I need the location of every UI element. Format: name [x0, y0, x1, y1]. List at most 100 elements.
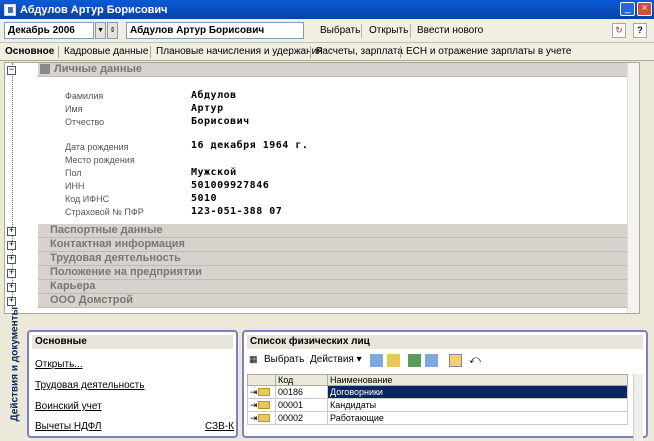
row-marker: ⇥ — [247, 411, 276, 425]
table-row[interactable]: ⇥ 00002 Работающие — [247, 411, 628, 425]
link-military[interactable]: Воинский учет — [35, 401, 102, 412]
expand-toggle[interactable]: + — [7, 297, 16, 306]
column-header-code[interactable]: Код — [275, 374, 328, 386]
close-button[interactable]: × — [637, 2, 652, 16]
folder-icon — [257, 414, 270, 423]
level-icon[interactable] — [425, 354, 438, 367]
hierarchy-icon[interactable] — [370, 354, 383, 367]
label-sex: Пол — [65, 168, 82, 178]
section-personal-data[interactable]: Личные данные — [38, 63, 639, 77]
title-bar: Абдулов Артур Борисович — [0, 0, 654, 19]
toolbar-separator — [410, 24, 411, 38]
label-inn: ИНН — [65, 181, 85, 191]
expand-toggle[interactable]: + — [7, 283, 16, 292]
period-dropdown-button[interactable]: ▼ — [95, 22, 106, 39]
expand-toggle[interactable]: + — [7, 241, 16, 250]
period-stepper[interactable]: ⇕ — [107, 22, 118, 39]
link-work-history[interactable]: Трудовая деятельность — [35, 380, 144, 391]
tab-personnel[interactable]: Кадровые данные — [64, 46, 148, 57]
expand-toggle[interactable]: + — [7, 227, 16, 236]
toolbar: Декабрь 2006 ▼ ⇕ Абдулов Артур Борисович… — [0, 19, 654, 43]
value-last-name: Абдулов — [191, 90, 237, 101]
expand-toggle[interactable]: + — [7, 269, 16, 278]
actions-side-label[interactable]: Действия и документы — [3, 307, 25, 438]
tab-payroll[interactable]: Расчеты, зарплата — [316, 46, 403, 57]
cell-code: 00001 — [275, 398, 328, 412]
label-patronymic: Отчество — [65, 117, 105, 127]
column-header-marker — [247, 374, 276, 386]
value-first-name: Артур — [191, 103, 224, 114]
folder-icon[interactable] — [387, 354, 400, 367]
value-inn: 501009927846 — [191, 180, 270, 191]
cell-name: Договорники — [327, 385, 628, 399]
list-select-button[interactable]: Выбрать — [264, 354, 304, 365]
link-szv-k[interactable]: СЗВ-К — [205, 421, 234, 432]
row-marker: ⇥ — [247, 398, 276, 412]
section-work-history[interactable]: Трудовая деятельность — [38, 252, 639, 266]
collapse-toggle[interactable]: − — [7, 66, 16, 75]
open-button[interactable]: Открыть — [369, 25, 408, 36]
minimize-button[interactable]: _ — [620, 2, 635, 16]
list-scrollbar[interactable] — [633, 374, 643, 441]
period-field[interactable]: Декабрь 2006 — [4, 22, 94, 39]
table-row[interactable]: ⇥ 00001 Кандидаты — [247, 398, 628, 412]
enter-new-button[interactable]: Ввести нового — [417, 25, 483, 36]
tab-separator — [400, 46, 401, 58]
history-icon[interactable]: ⤺ — [469, 354, 482, 367]
list-toolbar: ▦ Выбрать Действия ▾ ⤺ — [247, 351, 643, 371]
vertical-scrollbar[interactable] — [627, 63, 639, 313]
cell-code: 00186 — [275, 385, 328, 399]
tree-view-icon[interactable] — [449, 354, 462, 367]
folder-icon — [257, 401, 270, 410]
toolbar-separator — [361, 24, 362, 38]
value-sex: Мужской — [191, 167, 237, 178]
section-passport[interactable]: Паспортные данные — [38, 224, 639, 238]
folder-icon — [257, 388, 270, 397]
select-icon: ▦ — [249, 354, 258, 364]
select-button[interactable]: Выбрать — [320, 25, 360, 36]
label-birth-place: Место рождения — [65, 155, 135, 165]
table-row[interactable]: ⇥ 00186 Договорники — [247, 385, 628, 399]
section-organization[interactable]: ООО Домстрой — [38, 294, 639, 308]
tab-main[interactable]: Основное — [5, 46, 54, 57]
link-open[interactable]: Открыть... — [35, 359, 83, 370]
panel-title: Список физических лиц — [247, 335, 643, 349]
tab-strip: Основное Кадровые данные Плановые начисл… — [0, 43, 654, 61]
person-field[interactable]: Абдулов Артур Борисович — [126, 22, 304, 39]
label-first-name: Имя — [65, 104, 83, 114]
cell-name: Кандидаты — [327, 398, 628, 412]
row-marker: ⇥ — [247, 385, 276, 399]
move-icon[interactable] — [408, 354, 421, 367]
cell-name: Работающие — [327, 411, 628, 425]
refresh-icon[interactable]: ↻ — [612, 23, 626, 38]
label-last-name: Фамилия — [65, 91, 104, 101]
section-icon — [40, 64, 50, 74]
tab-separator — [150, 46, 151, 58]
person-list-table: Код Наименование ⇥ 00186 Договорники ⇥ 0… — [247, 374, 628, 425]
expand-toggle[interactable]: + — [7, 255, 16, 264]
value-pfr-number: 123-051-388 07 — [191, 206, 283, 217]
tab-esn[interactable]: ЕСН и отражение зарплаты в учете — [406, 46, 571, 57]
table-header-row: Код Наименование — [247, 374, 628, 386]
link-ndfl-deductions[interactable]: Вычеты НДФЛ — [35, 421, 101, 432]
app-icon — [4, 3, 16, 16]
value-ifns-code: 5010 — [191, 193, 218, 204]
label-birth-date: Дата рождения — [65, 142, 129, 152]
person-list-panel: Список физических лиц ▦ Выбрать Действия… — [242, 330, 648, 441]
help-button[interactable]: ? — [633, 23, 647, 38]
cell-code: 00002 — [275, 411, 328, 425]
main-actions-panel: Основные Открыть... Трудовая деятельност… — [27, 330, 238, 438]
label-pfr-number: Страховой № ПФР — [65, 207, 144, 217]
tab-separator — [310, 46, 311, 58]
section-contacts[interactable]: Контактная информация — [38, 238, 639, 252]
window-title: Абдулов Артур Борисович — [20, 3, 168, 16]
section-position[interactable]: Положение на предприятии — [38, 266, 639, 280]
tab-separator — [58, 46, 59, 58]
list-actions-menu[interactable]: Действия ▾ — [310, 354, 362, 365]
personal-card: − Личные данные Фамилия Абдулов Имя Арту… — [4, 62, 640, 314]
column-header-name[interactable]: Наименование — [327, 374, 628, 386]
label-ifns-code: Код ИФНС — [65, 194, 110, 204]
tab-planned-accruals[interactable]: Плановые начисления и удержания — [156, 46, 323, 57]
section-career[interactable]: Карьера — [38, 280, 639, 294]
panel-title: Основные — [32, 335, 233, 349]
